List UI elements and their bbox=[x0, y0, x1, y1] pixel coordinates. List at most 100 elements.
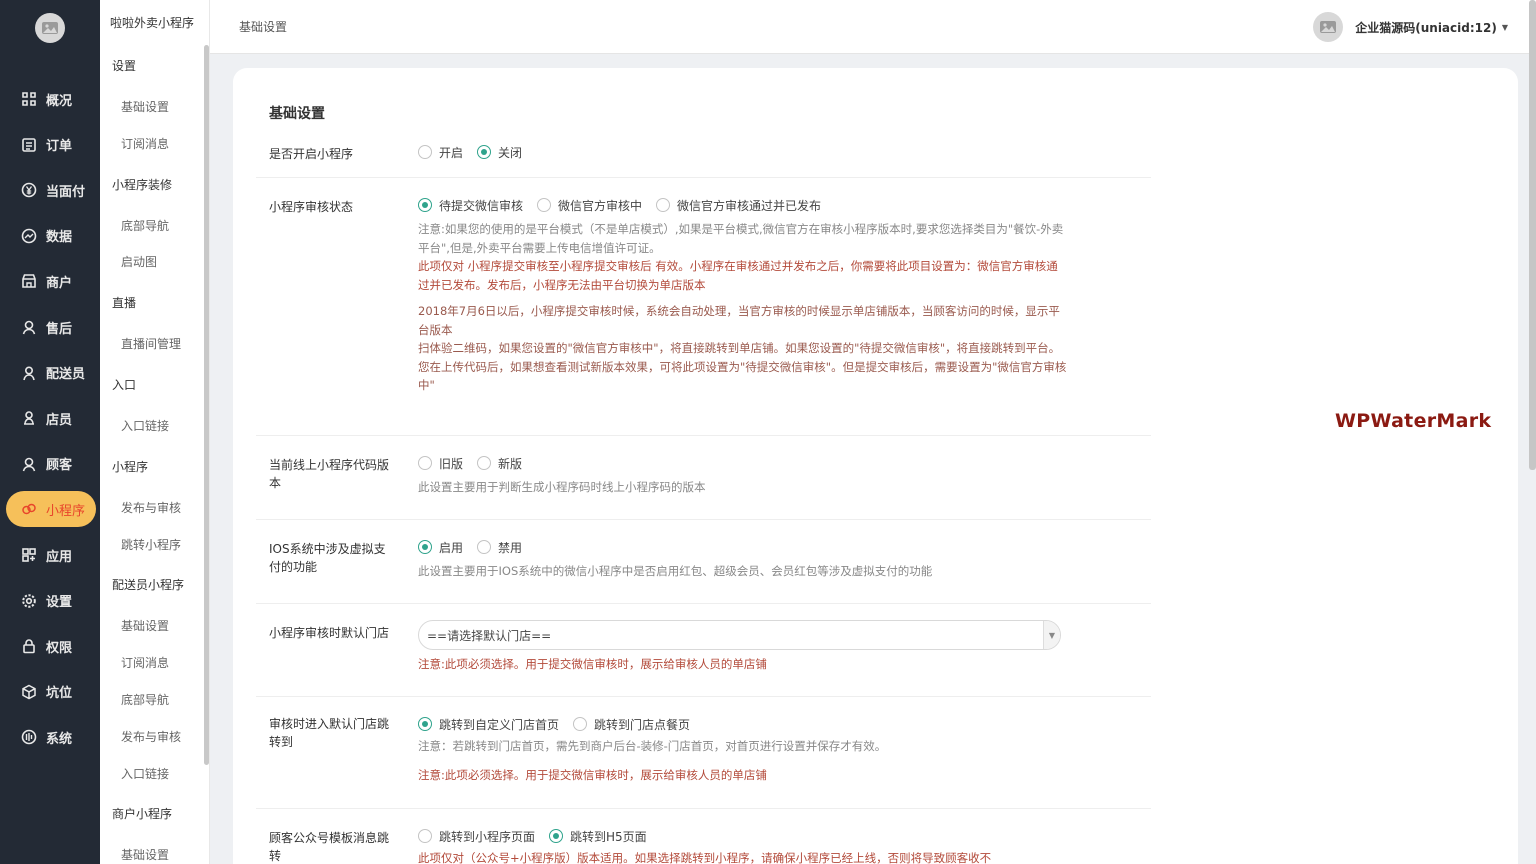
help-text: 此设置主要用于IOS系统中的微信小程序中是否启用红包、超级会员、会员红包等涉及虚… bbox=[418, 564, 933, 578]
radio-option[interactable]: 跳转到自定义门店首页 bbox=[418, 716, 559, 733]
subnav-section-title: 小程序装修 bbox=[112, 177, 173, 192]
nav-item-customer[interactable]: 顾客 bbox=[6, 446, 96, 482]
radio-circle-icon bbox=[477, 145, 492, 159]
radio-label: 跳转到门店点餐页 bbox=[594, 717, 691, 732]
radio-label: 微信官方审核通过并已发布 bbox=[677, 198, 822, 213]
subnav-item[interactable]: 发布与审核 bbox=[121, 499, 181, 516]
nav-item-after-sale[interactable]: 售后 bbox=[6, 309, 96, 345]
radio-circle-icon bbox=[477, 540, 492, 554]
radio-circle-icon bbox=[418, 540, 432, 554]
subnav-item[interactable]: 入口链接 bbox=[121, 765, 169, 782]
subnav-section-title: 设置 bbox=[112, 59, 137, 73]
radio-circle-icon bbox=[656, 198, 671, 212]
subnav-item[interactable]: 入口链接 bbox=[121, 417, 169, 434]
nav-item-clerk[interactable]: 店员 bbox=[6, 400, 96, 436]
row-audit: 小程序审核状态 待提交微信审核 微信官方审核中 微信官方审核通过并已发布 注意:如果… bbox=[256, 178, 1151, 436]
nav-item-label: 设置 bbox=[46, 595, 73, 611]
after-sale-icon bbox=[20, 318, 38, 336]
system-icon bbox=[20, 728, 38, 746]
watermark: WPWaterMark bbox=[1335, 410, 1492, 432]
lock-icon bbox=[20, 637, 38, 655]
default-store-select[interactable]: ==请选择默认门店== ▼ bbox=[418, 620, 1061, 650]
nav-item-miniprogram[interactable]: 小程序 bbox=[6, 491, 96, 528]
subnav-item[interactable]: 基础设置 bbox=[121, 98, 169, 115]
nav-item-yen[interactable]: 当面付 bbox=[6, 172, 96, 208]
order-icon bbox=[20, 136, 38, 154]
radio-label: 关闭 bbox=[498, 145, 523, 160]
nav-item-order[interactable]: 订单 bbox=[6, 127, 96, 163]
logo-icon[interactable] bbox=[35, 13, 65, 43]
row-label: 当前线上小程序代码版本 bbox=[269, 458, 390, 490]
subnav-scrollbar[interactable] bbox=[204, 45, 209, 765]
subnav-item[interactable]: 启动图 bbox=[121, 253, 157, 270]
subnav-item[interactable]: 订阅消息 bbox=[121, 135, 169, 152]
nav-item-cube[interactable]: 坑位 bbox=[6, 674, 96, 710]
chevron-down-icon: ▼ bbox=[1043, 621, 1060, 649]
subnav-item[interactable]: 发布与审核 bbox=[121, 728, 181, 745]
store-icon bbox=[20, 272, 38, 290]
subnav-item[interactable]: 直播间管理 bbox=[121, 335, 181, 352]
clerk-icon bbox=[20, 409, 38, 427]
help-text-red: 注意:此项必须选择。用于提交微信审核时，展示给审核人员的单店铺 bbox=[418, 657, 767, 671]
page-scrollbar[interactable] bbox=[1529, 0, 1536, 470]
nav-item-gear[interactable]: 设置 bbox=[6, 583, 96, 619]
subnav-section-title: 商户小程序 bbox=[112, 807, 173, 822]
nav-item-label: 概况 bbox=[46, 93, 73, 109]
nav-item-label: 坑位 bbox=[46, 686, 73, 702]
nav-item-apps[interactable]: 应用 bbox=[6, 537, 96, 573]
nav-item-courier[interactable]: 配送员 bbox=[6, 355, 96, 391]
radio-label: 微信官方审核中 bbox=[558, 198, 643, 213]
subnav-section-title: 小程序 bbox=[112, 459, 149, 474]
radio-option[interactable]: 微信官方审核中 bbox=[537, 197, 642, 214]
nav-item-label: 数据 bbox=[46, 230, 73, 246]
help-text: 此设置主要用于判断生成小程序码时线上小程序码的版本 bbox=[418, 480, 706, 494]
subnav-section-title: 入口 bbox=[112, 378, 137, 392]
subnav-item[interactable]: 底部导航 bbox=[121, 691, 169, 708]
radio-circle-icon bbox=[418, 145, 432, 159]
settings-card: 基础设置 是否开启小程序 开启 关闭 小程序审核状态 待提交微信审核 微信官方审核中… bbox=[233, 68, 1518, 864]
radio-option[interactable]: 关闭 bbox=[477, 144, 522, 161]
subnav-item[interactable]: 订阅消息 bbox=[121, 654, 169, 671]
nav-item-label: 配送员 bbox=[46, 367, 86, 383]
subnav-item[interactable]: 底部导航 bbox=[121, 217, 169, 234]
help-text: 注意：若跳转到门店首页，需先到商户后台-装修-门店首页，对首页进行设置并保存才有… bbox=[418, 739, 887, 753]
nav-item-system[interactable]: 系统 bbox=[6, 719, 96, 755]
subnav-item[interactable]: 基础设置 bbox=[121, 846, 169, 863]
radio-option[interactable]: 微信官方审核通过并已发布 bbox=[656, 197, 821, 214]
radio-label: 待提交微信审核 bbox=[439, 198, 524, 213]
radio-option[interactable]: 跳转到H5页面 bbox=[549, 828, 647, 845]
user-menu[interactable]: 企业猫源码(uniacid:12) ▼ bbox=[1313, 12, 1508, 42]
data-icon bbox=[20, 227, 38, 245]
radio-option[interactable]: 跳转到小程序页面 bbox=[418, 828, 535, 845]
radio-option[interactable]: 禁用 bbox=[477, 539, 522, 556]
nav-item-label: 权限 bbox=[46, 640, 73, 656]
breadcrumb: 基础设置 bbox=[239, 20, 288, 34]
nav-item-overview[interactable]: 概况 bbox=[6, 81, 96, 117]
radio-circle-icon bbox=[537, 198, 552, 212]
courier-icon bbox=[20, 364, 38, 382]
radio-option[interactable]: 新版 bbox=[477, 455, 522, 472]
app-name: 啦啦外卖小程序 bbox=[110, 16, 195, 30]
subnav-item[interactable]: 跳转小程序 bbox=[121, 536, 181, 553]
radio-option[interactable]: 跳转到门店点餐页 bbox=[573, 716, 690, 733]
radio-option[interactable]: 旧版 bbox=[418, 455, 463, 472]
radio-option[interactable]: 开启 bbox=[418, 144, 463, 161]
caret-down-icon: ▼ bbox=[1501, 22, 1508, 32]
row-version: 当前线上小程序代码版本 旧版 新版 此设置主要用于判断生成小程序码时线上小程序码的… bbox=[256, 436, 1151, 520]
help-text-red: 此项仅对 小程序提交审核至小程序提交审核后 有效。小程序在审核通过并发布之后，你… bbox=[418, 259, 1058, 292]
nav-item-label: 订单 bbox=[46, 139, 73, 155]
sub-nav: 啦啦外卖小程序 设置 基础设置 订阅消息 小程序装修 底部导航 启动图 直播 直播间管理 入口入… bbox=[100, 0, 210, 864]
gear-icon bbox=[20, 592, 38, 610]
top-header: 基础设置 企业猫源码(uniacid:12) ▼ bbox=[210, 0, 1536, 54]
nav-item-store[interactable]: 商户 bbox=[6, 263, 96, 299]
nav-item-label: 售后 bbox=[46, 321, 73, 337]
nav-item-label: 应用 bbox=[46, 549, 73, 565]
subnav-item[interactable]: 基础设置 bbox=[121, 617, 169, 634]
radio-option[interactable]: 启用 bbox=[418, 539, 463, 556]
nav-item-data[interactable]: 数据 bbox=[6, 218, 96, 254]
help-text-note: 2018年7月6日以后，小程序提交审核时候，系统会自动处理，当官方审核的时候显示… bbox=[418, 304, 1067, 392]
radio-option[interactable]: 待提交微信审核 bbox=[418, 197, 523, 214]
nav-item-lock[interactable]: 权限 bbox=[6, 628, 96, 664]
avatar bbox=[1313, 12, 1344, 42]
row-label: 审核时进入默认门店跳转到 bbox=[269, 717, 390, 749]
